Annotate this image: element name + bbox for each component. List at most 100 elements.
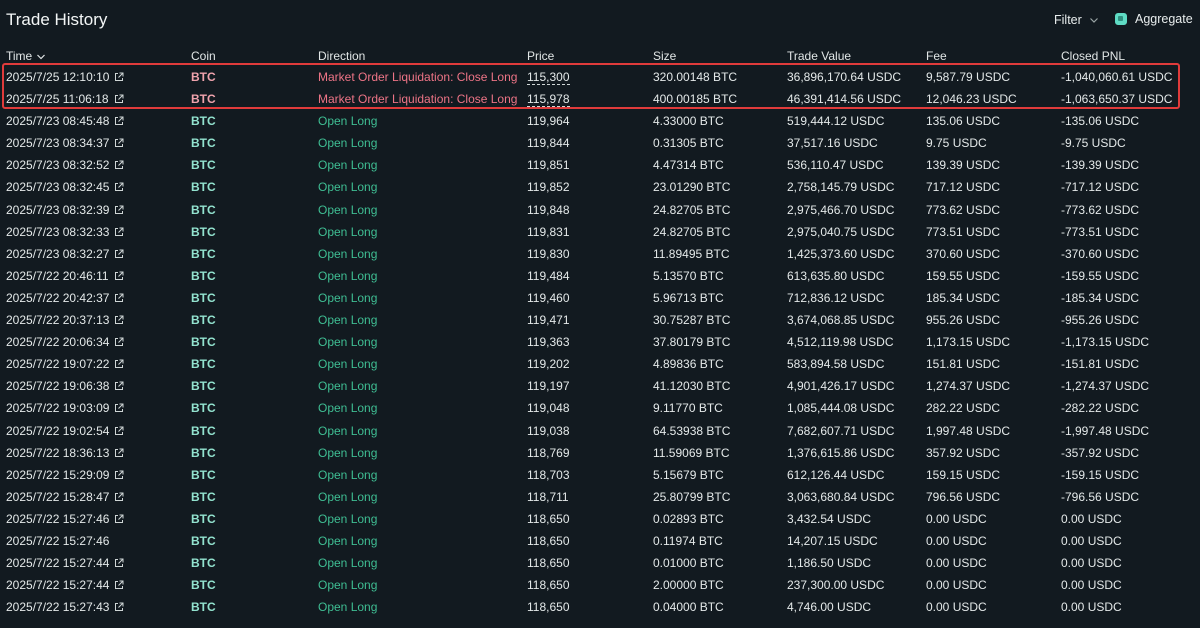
size-cell: 0.04000 BTC <box>653 600 724 615</box>
column-header-time[interactable]: Time <box>6 49 46 63</box>
external-link-icon[interactable] <box>114 227 124 237</box>
external-link-icon[interactable] <box>114 249 124 259</box>
coin-cell[interactable]: BTC <box>191 70 216 84</box>
time-cell: 2025/7/22 19:07:22 <box>6 357 124 371</box>
external-link-icon[interactable] <box>114 558 124 568</box>
external-link-icon[interactable] <box>114 470 124 480</box>
closed-pnl-cell: -1,274.37 USDC <box>1061 379 1150 394</box>
size-cell: 11.59069 BTC <box>653 445 730 460</box>
time-cell: 2025/7/22 19:06:38 <box>6 379 124 393</box>
coin-cell[interactable]: BTC <box>191 291 216 305</box>
external-link-icon[interactable] <box>114 492 124 502</box>
external-link-icon[interactable] <box>114 426 124 436</box>
external-link-icon[interactable] <box>114 271 124 281</box>
external-link-icon[interactable] <box>114 160 124 170</box>
size-cell: 23.01290 BTC <box>653 180 731 195</box>
closed-pnl-cell: -1,063,650.37 USDC <box>1061 92 1173 107</box>
coin-cell[interactable]: BTC <box>191 136 216 150</box>
direction-cell: Open Long <box>318 379 378 394</box>
trade-value-cell: 7,682,607.71 USDC <box>787 423 895 438</box>
external-link-icon[interactable] <box>114 205 124 215</box>
coin-cell[interactable]: BTC <box>191 534 216 548</box>
table-row: 2025/7/22 20:37:13 BTC Open Long 119,471… <box>0 309 1200 331</box>
filter-dropdown[interactable]: Filter <box>1054 13 1100 27</box>
external-link-icon[interactable] <box>114 359 124 369</box>
coin-cell[interactable]: BTC <box>191 578 216 592</box>
coin-cell[interactable]: BTC <box>191 600 216 614</box>
direction-cell: Open Long <box>318 556 378 571</box>
closed-pnl-cell: -151.81 USDC <box>1061 357 1140 372</box>
price-cell: 119,848 <box>527 202 570 217</box>
coin-cell[interactable]: BTC <box>191 424 216 438</box>
direction-cell: Open Long <box>318 445 378 460</box>
external-link-icon[interactable] <box>114 580 124 590</box>
closed-pnl-cell: -135.06 USDC <box>1061 114 1140 129</box>
header: Trade History Filter Aggregate <box>0 0 1200 44</box>
coin-cell[interactable]: BTC <box>191 180 216 194</box>
external-link-icon[interactable] <box>114 182 124 192</box>
fee-cell: 151.81 USDC <box>926 357 1001 372</box>
external-link-icon[interactable] <box>114 403 124 413</box>
trade-value-cell: 613,635.80 USDC <box>787 268 885 283</box>
aggregate-checkbox[interactable] <box>1115 13 1127 25</box>
external-link-icon[interactable] <box>114 337 124 347</box>
direction-cell: Open Long <box>318 335 378 350</box>
coin-cell[interactable]: BTC <box>191 446 216 460</box>
direction-cell: Market Order Liquidation: Close Long <box>318 92 518 107</box>
closed-pnl-cell: 0.00 USDC <box>1061 533 1122 548</box>
coin-cell[interactable]: BTC <box>191 335 216 349</box>
time-cell: 2025/7/25 12:10:10 <box>6 70 124 84</box>
coin-cell[interactable]: BTC <box>191 114 216 128</box>
direction-cell: Open Long <box>318 357 378 372</box>
fee-cell: 9,587.79 USDC <box>926 70 1011 84</box>
external-link-icon[interactable] <box>114 116 124 126</box>
size-cell: 4.47314 BTC <box>653 158 724 173</box>
trade-value-cell: 1,376,615.86 USDC <box>787 445 895 460</box>
external-link-icon[interactable] <box>114 138 124 148</box>
closed-pnl-cell: 0.00 USDC <box>1061 511 1122 526</box>
coin-cell[interactable]: BTC <box>191 269 216 283</box>
fee-cell: 12,046.23 USDC <box>926 92 1017 107</box>
coin-cell[interactable]: BTC <box>191 158 216 172</box>
coin-cell[interactable]: BTC <box>191 357 216 371</box>
external-link-icon[interactable] <box>114 448 124 458</box>
time-cell: 2025/7/22 19:03:09 <box>6 401 124 415</box>
coin-cell[interactable]: BTC <box>191 401 216 415</box>
coin-cell[interactable]: BTC <box>191 512 216 526</box>
external-link-icon[interactable] <box>114 514 124 524</box>
column-header-size: Size <box>653 49 677 63</box>
size-cell: 2.00000 BTC <box>653 578 724 593</box>
closed-pnl-cell: -185.34 USDC <box>1061 290 1140 305</box>
size-cell: 400.00185 BTC <box>653 92 738 107</box>
table-row: 2025/7/22 15:27:46 BTC Open Long 118,650… <box>0 508 1200 530</box>
price-cell: 118,650 <box>527 511 570 526</box>
table-row: 2025/7/22 15:28:47 BTC Open Long 118,711… <box>0 486 1200 508</box>
coin-cell[interactable]: BTC <box>191 225 216 239</box>
external-link-icon[interactable] <box>114 381 124 391</box>
external-link-icon[interactable] <box>114 72 124 82</box>
coin-cell[interactable]: BTC <box>191 468 216 482</box>
trade-value-cell: 4,512,119.98 USDC <box>787 335 894 350</box>
time-cell: 2025/7/23 08:34:37 <box>6 136 124 150</box>
external-link-icon[interactable] <box>114 315 124 325</box>
coin-cell[interactable]: BTC <box>191 247 216 261</box>
coin-cell[interactable]: BTC <box>191 92 216 106</box>
fee-cell: 139.39 USDC <box>926 158 1001 173</box>
coin-cell[interactable]: BTC <box>191 379 216 393</box>
direction-cell: Open Long <box>318 533 378 548</box>
external-link-icon[interactable] <box>114 293 124 303</box>
coin-cell[interactable]: BTC <box>191 490 216 504</box>
aggregate-toggle[interactable]: Aggregate <box>1115 12 1193 26</box>
external-link-icon[interactable] <box>114 94 124 104</box>
trade-value-cell: 612,126.44 USDC <box>787 467 885 482</box>
closed-pnl-cell: -357.92 USDC <box>1061 445 1140 460</box>
coin-cell[interactable]: BTC <box>191 313 216 327</box>
coin-cell[interactable]: BTC <box>191 203 216 217</box>
external-link-icon[interactable] <box>114 602 124 612</box>
coin-cell[interactable]: BTC <box>191 556 216 570</box>
table-row: 2025/7/22 20:42:37 BTC Open Long 119,460… <box>0 287 1200 309</box>
closed-pnl-cell: 0.00 USDC <box>1061 578 1122 593</box>
direction-cell: Open Long <box>318 401 378 416</box>
time-cell: 2025/7/23 08:32:39 <box>6 203 124 217</box>
direction-cell: Open Long <box>318 180 378 195</box>
